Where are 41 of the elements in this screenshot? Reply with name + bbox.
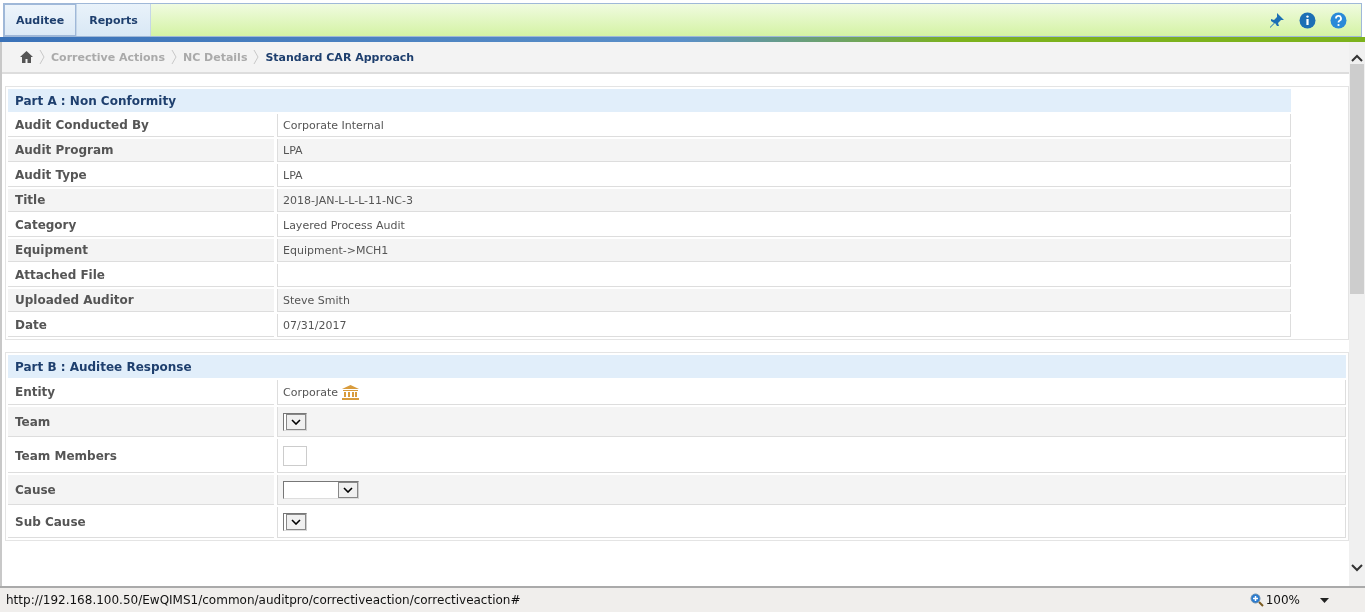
scroll-up-icon[interactable] xyxy=(1351,54,1363,62)
caret-icon xyxy=(291,519,301,525)
field-value: Steve Smith xyxy=(277,289,1291,312)
input-field[interactable] xyxy=(283,445,307,466)
scrollbar[interactable] xyxy=(1349,42,1365,586)
breadcrumb-link[interactable]: Standard CAR Approach xyxy=(265,50,415,64)
chevron-separator-icon xyxy=(253,49,260,65)
field-label: Team xyxy=(8,407,274,437)
field-value: 07/31/2017 xyxy=(277,314,1291,337)
field-value: 2018-JAN-L-L-L-11-NC-3 xyxy=(277,189,1291,212)
scroll-down-icon[interactable] xyxy=(1351,564,1363,572)
field-label: Equipment xyxy=(8,239,274,262)
chevron-separator-icon xyxy=(170,49,177,65)
info-icon[interactable] xyxy=(1299,11,1316,29)
field-value: Corporate xyxy=(283,385,338,399)
field-value: Equipment->MCH1 xyxy=(277,239,1291,262)
field-value: Corporate Internal xyxy=(277,114,1291,137)
dropdown[interactable] xyxy=(283,480,359,499)
chevron-separator-icon xyxy=(39,49,45,65)
caret-icon xyxy=(291,418,301,425)
help-icon[interactable] xyxy=(1330,11,1347,29)
field-label: Cause xyxy=(8,475,274,505)
dropdown[interactable] xyxy=(283,412,307,431)
field-value: Layered Process Audit xyxy=(277,214,1291,237)
field-label: Uploaded Auditor xyxy=(8,289,274,312)
zoom-level[interactable]: 100% xyxy=(1265,593,1300,607)
section-header: Part B : Auditee Response xyxy=(8,355,1346,378)
field-label: Title xyxy=(8,189,274,212)
home-icon[interactable] xyxy=(20,51,33,63)
section-header: Part A : Non Conformity xyxy=(8,89,1291,112)
status-url: http://192.168.100.50/EwQIMS1/common/auditpro/correctiveaction/correctiveaction# xyxy=(6,593,521,607)
field-value: LPA xyxy=(277,139,1291,162)
menu-tab[interactable]: Auditee xyxy=(4,4,78,36)
menu-tab[interactable]: Reports xyxy=(77,4,151,36)
caret-icon[interactable] xyxy=(1320,597,1329,603)
pin-icon[interactable] xyxy=(1269,12,1285,28)
caret-icon xyxy=(343,486,353,493)
field-label: Audit Program xyxy=(8,139,274,162)
zoom-icon[interactable] xyxy=(1249,593,1264,607)
dropdown[interactable] xyxy=(283,513,307,531)
field-value: LPA xyxy=(277,164,1291,187)
